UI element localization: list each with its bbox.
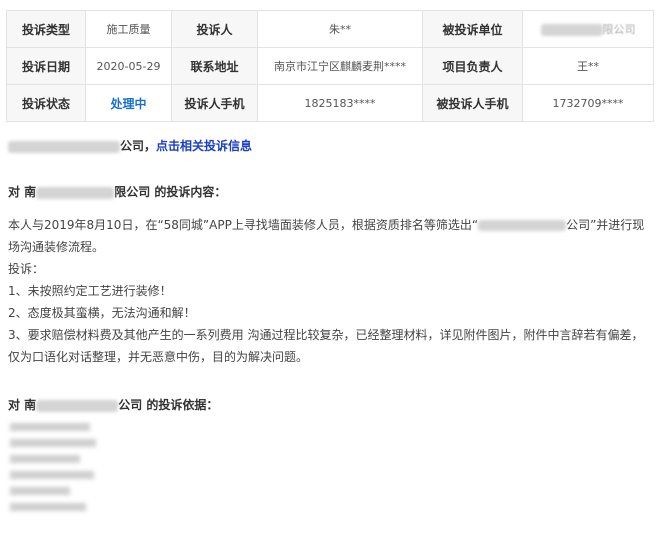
heading-suffix: 限公司 的投诉内容：	[114, 185, 227, 199]
project-manager-label: 项目负责人	[422, 47, 523, 85]
target-unit-label: 被投诉单位	[422, 10, 523, 48]
content-paragraph: 投诉：	[8, 262, 45, 276]
target-unit-value: 限公司	[522, 10, 654, 48]
blurred-attachment	[10, 455, 80, 463]
company-suffix: 公司，	[120, 139, 157, 153]
attachment-images[interactable]	[10, 423, 100, 519]
content-paragraph: 1、未按照约定工艺进行装修！	[8, 284, 172, 298]
complainant-phone-value: 1825183****	[257, 84, 423, 122]
content-paragraph: 2、态度极其蛮横，无法沟通和解！	[8, 306, 196, 320]
content-heading: 对 南 限公司 的投诉内容：	[8, 183, 226, 200]
complaint-info-table: 投诉类型 施工质量 投诉人 朱** 被投诉单位 限公司 投诉日期 2020-05…	[6, 10, 654, 122]
heading-suffix: 公司 的投诉依据：	[118, 398, 219, 412]
blurred-attachment	[10, 503, 86, 511]
content-paragraph: 本人与2019年8月10日，在“58同城”APP上寻找墙面装修人员，根据资质排名…	[8, 214, 653, 258]
blurred-attachment	[10, 439, 96, 447]
complaint-type-value: 施工质量	[85, 10, 172, 48]
heading-prefix: 对 南	[8, 398, 37, 412]
table-row: 投诉日期 2020-05-29 联系地址 南京市江宁区麒麟麦荆**** 项目负责…	[6, 47, 654, 85]
complainant-label: 投诉人	[171, 10, 258, 48]
complainant-value: 朱**	[257, 10, 423, 48]
content-text: 本人与2019年8月10日，在“58同城”APP上寻找墙面装修人员，根据资质排名…	[8, 218, 479, 232]
table-row: 投诉状态 处理中 投诉人手机 1825183**** 被投诉人手机 173270…	[6, 84, 654, 122]
redacted-name	[8, 140, 120, 153]
blurred-attachment	[10, 423, 90, 431]
related-complaints-link[interactable]: 点击相关投诉信息	[156, 139, 252, 153]
redacted-name	[36, 186, 115, 199]
redacted-name	[478, 220, 567, 231]
target-phone-value: 1732709****	[522, 84, 654, 122]
complaint-status-label: 投诉状态	[6, 84, 86, 122]
redacted-name	[540, 24, 603, 36]
blurred-attachment	[10, 471, 94, 479]
complaint-type-label: 投诉类型	[6, 10, 86, 48]
complaint-date-label: 投诉日期	[6, 47, 86, 85]
address-value: 南京市江宁区麒麟麦荆****	[257, 47, 423, 85]
target-unit-suffix: 限公司	[602, 23, 636, 36]
project-manager-value: 王**	[522, 47, 654, 85]
target-phone-label: 被投诉人手机	[422, 84, 523, 122]
address-label: 联系地址	[171, 47, 258, 85]
content-paragraph: 3、要求赔偿材料费及其他产生的一系列费用 沟通过程比较复杂，已经整理材料，详见附…	[8, 328, 644, 364]
complaint-status-value: 处理中	[85, 84, 172, 122]
table-row: 投诉类型 施工质量 投诉人 朱** 被投诉单位 限公司	[6, 10, 654, 48]
complainant-phone-label: 投诉人手机	[171, 84, 258, 122]
company-link-line: 公司，点击相关投诉信息	[8, 137, 252, 154]
redacted-name	[36, 399, 119, 412]
complaint-date-value: 2020-05-29	[85, 47, 172, 85]
heading-prefix: 对 南	[8, 185, 37, 199]
complaint-content: 本人与2019年8月10日，在“58同城”APP上寻找墙面装修人员，根据资质排名…	[8, 214, 653, 368]
basis-heading: 对 南 公司 的投诉依据：	[8, 396, 218, 413]
blurred-attachment	[10, 487, 70, 495]
